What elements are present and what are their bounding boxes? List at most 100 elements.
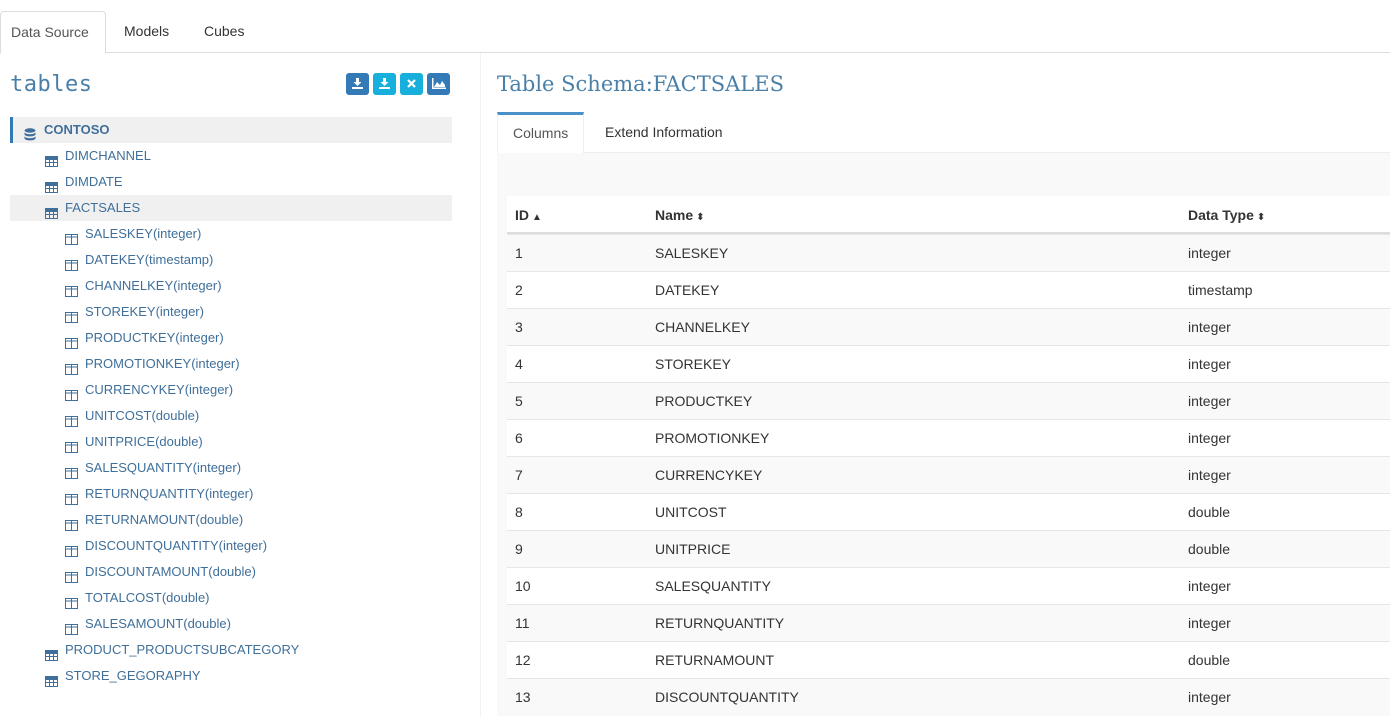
download-button-2[interactable] xyxy=(373,73,396,95)
table-row[interactable]: 13 DISCOUNTQUANTITY integer xyxy=(507,678,1390,715)
tree-text: CONTOSO xyxy=(44,122,110,137)
tree-column-item[interactable]: CURRENCYKEY(integer) xyxy=(10,377,452,403)
tree-column-item[interactable]: RETURNQUANTITY(integer) xyxy=(10,481,452,507)
cell-name: RETURNAMOUNT xyxy=(655,652,774,668)
tree-column-item-label: DISCOUNTQUANTITY(integer) xyxy=(85,533,267,559)
tree-column-item[interactable]: PROMOTIONKEY(integer) xyxy=(10,351,452,377)
database-icon xyxy=(24,124,37,141)
tree-table-item[interactable]: FACTSALES xyxy=(10,195,452,221)
tree-text: (integer) xyxy=(175,330,224,345)
tree-column-item[interactable]: UNITCOST(double) xyxy=(10,403,452,429)
tree-text: SALESQUANTITY xyxy=(85,460,193,475)
tree-column-item-label: UNITCOST(double) xyxy=(85,403,199,429)
table-row[interactable]: 5 PRODUCTKEY integer xyxy=(507,382,1390,419)
cell-data-type: double xyxy=(1188,541,1231,557)
tree-text: STORE_GEGORAPHY xyxy=(65,668,201,683)
tree-table-item[interactable]: STORE_GEGORAPHY xyxy=(10,663,452,689)
table-row[interactable]: 11 RETURNQUANTITY integer xyxy=(507,604,1390,641)
cell-id: 12 xyxy=(515,652,531,668)
tree-column-item[interactable]: DATEKEY(timestamp) xyxy=(10,247,452,273)
cell-id: 9 xyxy=(515,541,523,557)
cell-data-type: integer xyxy=(1188,689,1231,705)
tree-column-item[interactable]: SALESAMOUNT(double) xyxy=(10,611,452,637)
tree-table-item[interactable]: DIMDATE xyxy=(10,169,452,195)
tree-text: (double) xyxy=(195,512,244,527)
tree-table-item[interactable]: PRODUCT_PRODUCTSUBCATEGORY xyxy=(10,637,452,663)
table-icon xyxy=(45,202,58,219)
tree-text: SALESAMOUNT xyxy=(85,616,184,631)
tree-text: (double) xyxy=(155,434,203,449)
header-id[interactable]: ID ▲ xyxy=(515,207,542,223)
column-icon xyxy=(65,592,78,609)
tree-column-item[interactable]: UNITPRICE(double) xyxy=(10,429,452,455)
cell-name: SALESKEY xyxy=(655,245,729,261)
cell-id: 2 xyxy=(515,282,523,298)
header-data-type[interactable]: Data Type ⬍ xyxy=(1188,207,1265,223)
tab-data-source[interactable]: Data Source xyxy=(0,11,106,54)
chart-button[interactable] xyxy=(427,73,450,95)
tree-column-item-label: CURRENCYKEY(integer) xyxy=(85,377,233,403)
column-icon xyxy=(65,540,78,557)
tab-cubes[interactable]: Cubes xyxy=(194,11,254,53)
column-icon xyxy=(65,462,78,479)
download-button[interactable] xyxy=(346,73,369,95)
header-name[interactable]: Name ⬍ xyxy=(655,207,705,223)
tree-text: (double) xyxy=(151,408,200,423)
tree-text: UNITPRICE xyxy=(85,434,156,449)
table-row[interactable]: 12 RETURNAMOUNT double xyxy=(507,641,1390,678)
tree-text: PRODUCT_PRODUCTSUBCATEGORY xyxy=(65,642,300,657)
cell-id: 3 xyxy=(515,319,523,335)
tree-column-item[interactable]: PRODUCTKEY(integer) xyxy=(10,325,452,351)
close-button[interactable] xyxy=(400,73,423,95)
cell-data-type: double xyxy=(1188,504,1231,520)
tree-text: DISCOUNTQUANTITY xyxy=(85,538,219,553)
schema-tab-bar: Columns Extend Information xyxy=(497,112,1390,153)
tab-models[interactable]: Models xyxy=(114,11,179,53)
tree-text: DATEKEY xyxy=(85,252,145,267)
tree-column-item[interactable]: CHANNELKEY(integer) xyxy=(10,273,452,299)
table-row[interactable]: 1 SALESKEY integer xyxy=(507,234,1390,271)
tree-text: (integer) xyxy=(155,304,204,319)
tree-text: DISCOUNTAMOUNT xyxy=(85,564,209,579)
tree-column-item[interactable]: DISCOUNTAMOUNT(double) xyxy=(10,559,452,585)
tree-table-item[interactable]: DIMCHANNEL xyxy=(10,143,452,169)
table-row[interactable]: 8 UNITCOST double xyxy=(507,493,1390,530)
tree-column-item-label: CHANNELKEY(integer) xyxy=(85,273,222,299)
download-icon xyxy=(379,78,390,89)
tree-column-item[interactable]: STOREKEY(integer) xyxy=(10,299,452,325)
table-row[interactable]: 9 UNITPRICE double xyxy=(507,530,1390,567)
tree-text: PRODUCTKEY xyxy=(85,330,176,345)
cell-name: UNITCOST xyxy=(655,504,727,520)
cell-name: DISCOUNTQUANTITY xyxy=(655,689,799,705)
tree-column-item[interactable]: TOTALCOST(double) xyxy=(10,585,452,611)
tab-extend-information[interactable]: Extend Information xyxy=(590,112,738,153)
cell-name: STOREKEY xyxy=(655,356,731,372)
header-id-label: ID xyxy=(515,207,529,223)
tree-db-contoso[interactable]: CONTOSO xyxy=(10,117,452,143)
tree-text: RETURNAMOUNT xyxy=(85,512,196,527)
tree-text: SALESKEY xyxy=(85,226,153,241)
table-icon xyxy=(45,644,58,661)
tree-column-item-label: RETURNQUANTITY(integer) xyxy=(85,481,253,507)
cell-data-type: integer xyxy=(1188,356,1231,372)
cell-name: UNITPRICE xyxy=(655,541,731,557)
tree-column-item-label: RETURNAMOUNT(double) xyxy=(85,507,243,533)
cell-name: DATEKEY xyxy=(655,282,720,298)
tree-table-item-label: PRODUCT_PRODUCTSUBCATEGORY xyxy=(65,637,299,663)
table-row[interactable]: 10 SALESQUANTITY integer xyxy=(507,567,1390,604)
tab-columns[interactable]: Columns xyxy=(497,112,584,153)
tree-text: DIMCHANNEL xyxy=(65,148,151,163)
tree-column-item[interactable]: SALESQUANTITY(integer) xyxy=(10,455,452,481)
tree-column-item[interactable]: DISCOUNTQUANTITY(integer) xyxy=(10,533,452,559)
column-icon xyxy=(65,306,78,323)
table-row[interactable]: 6 PROMOTIONKEY integer xyxy=(507,419,1390,456)
tree-column-item[interactable]: SALESKEY(integer) xyxy=(10,221,452,247)
table-row[interactable]: 3 CHANNELKEY integer xyxy=(507,308,1390,345)
tree-column-item[interactable]: RETURNAMOUNT(double) xyxy=(10,507,452,533)
table-icon xyxy=(45,150,58,167)
tree-text: (double) xyxy=(208,564,256,579)
table-row[interactable]: 4 STOREKEY integer xyxy=(507,345,1390,382)
tree-text: (timestamp) xyxy=(144,252,214,267)
table-row[interactable]: 7 CURRENCYKEY integer xyxy=(507,456,1390,493)
table-row[interactable]: 2 DATEKEY timestamp xyxy=(507,271,1390,308)
